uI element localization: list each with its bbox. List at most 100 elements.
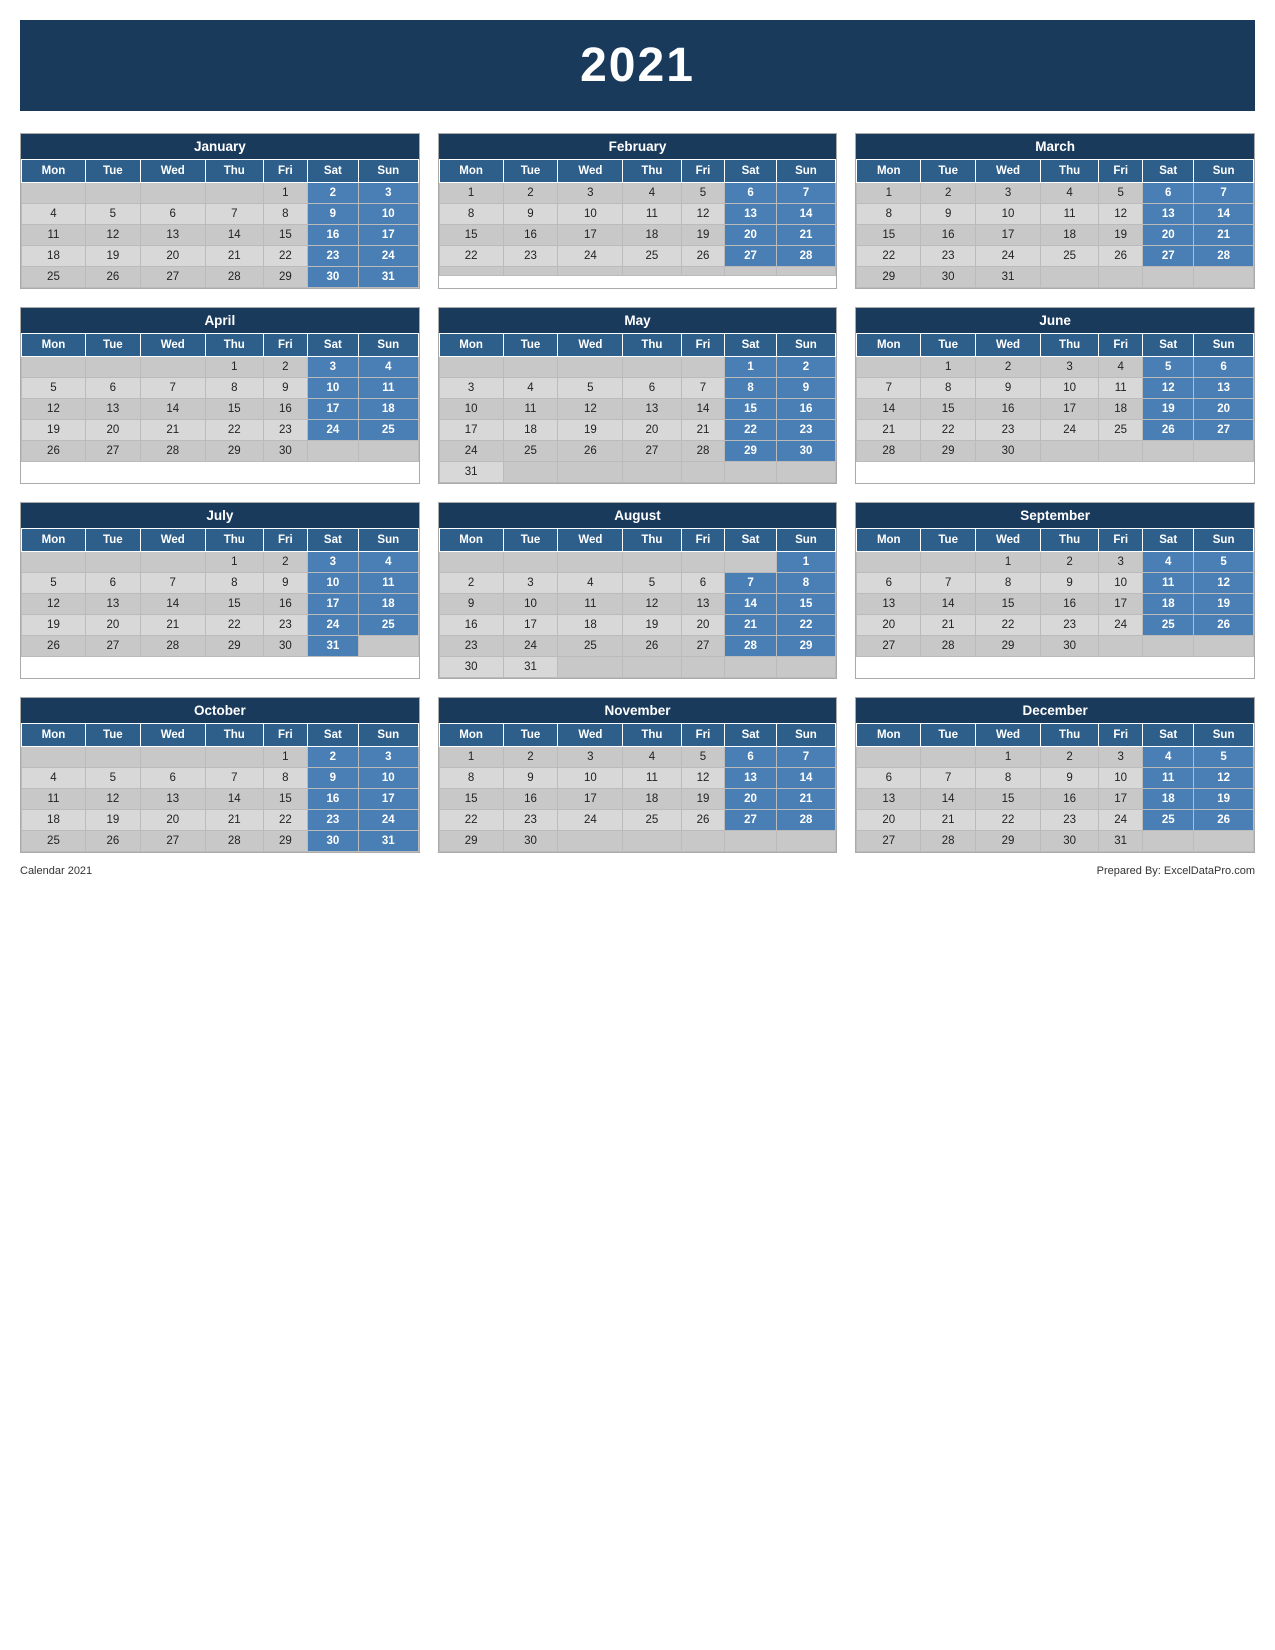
day-cell: 22 xyxy=(263,810,307,831)
day-cell: 6 xyxy=(140,204,205,225)
day-cell: 7 xyxy=(776,183,836,204)
day-cell: 4 xyxy=(1099,357,1143,378)
day-cell xyxy=(1143,831,1194,852)
day-cell xyxy=(1194,441,1254,462)
day-cell: 17 xyxy=(558,225,623,246)
day-cell: 15 xyxy=(205,399,263,420)
day-cell: 30 xyxy=(921,267,976,288)
day-cell xyxy=(140,357,205,378)
day-cell: 11 xyxy=(1143,573,1194,594)
day-cell: 17 xyxy=(503,615,558,636)
month-block-july: JulyMonTueWedThuFriSatSun123456789101112… xyxy=(20,502,420,679)
day-cell: 10 xyxy=(558,768,623,789)
day-cell: 27 xyxy=(857,636,921,657)
day-cell: 9 xyxy=(976,378,1041,399)
day-header-fri: Fri xyxy=(1099,724,1143,747)
day-cell xyxy=(857,552,921,573)
week-row: 891011121314 xyxy=(439,204,836,225)
day-cell xyxy=(358,636,418,657)
day-cell: 26 xyxy=(623,636,681,657)
day-cell: 15 xyxy=(976,789,1041,810)
day-cell xyxy=(205,183,263,204)
day-cell: 18 xyxy=(22,810,86,831)
day-cell: 26 xyxy=(681,810,725,831)
day-cell: 3 xyxy=(503,573,558,594)
day-cell: 23 xyxy=(263,615,307,636)
day-header-thu: Thu xyxy=(205,334,263,357)
day-cell: 12 xyxy=(623,594,681,615)
day-cell: 13 xyxy=(681,594,725,615)
day-cell: 27 xyxy=(725,246,776,267)
day-cell: 2 xyxy=(921,183,976,204)
day-cell: 7 xyxy=(776,747,836,768)
day-cell: 15 xyxy=(439,789,503,810)
day-cell: 28 xyxy=(857,441,921,462)
month-block-november: NovemberMonTueWedThuFriSatSun12345678910… xyxy=(438,697,838,853)
day-cell: 24 xyxy=(558,810,623,831)
day-header-wed: Wed xyxy=(558,160,623,183)
day-cell: 12 xyxy=(85,789,140,810)
week-row: 15161718192021 xyxy=(439,225,836,246)
day-cell: 25 xyxy=(1041,246,1099,267)
day-header-sun: Sun xyxy=(358,724,418,747)
day-cell: 1 xyxy=(439,747,503,768)
day-cell: 23 xyxy=(976,420,1041,441)
day-cell: 10 xyxy=(976,204,1041,225)
day-header-fri: Fri xyxy=(1099,334,1143,357)
day-cell: 30 xyxy=(1041,636,1099,657)
day-cell xyxy=(503,552,558,573)
day-cell: 23 xyxy=(1041,810,1099,831)
day-cell: 11 xyxy=(623,768,681,789)
day-cell: 26 xyxy=(1194,810,1254,831)
day-header-fri: Fri xyxy=(263,334,307,357)
day-header-sat: Sat xyxy=(1143,334,1194,357)
week-row: 12 xyxy=(439,357,836,378)
day-header-thu: Thu xyxy=(205,160,263,183)
day-cell: 17 xyxy=(307,594,358,615)
day-cell xyxy=(681,357,725,378)
day-cell: 17 xyxy=(358,789,418,810)
day-cell: 3 xyxy=(1099,552,1143,573)
day-cell: 16 xyxy=(1041,789,1099,810)
day-cell: 27 xyxy=(1194,420,1254,441)
day-cell: 14 xyxy=(776,768,836,789)
day-cell xyxy=(623,357,681,378)
day-cell: 25 xyxy=(358,420,418,441)
day-cell: 4 xyxy=(1143,552,1194,573)
day-cell: 28 xyxy=(205,267,263,288)
day-cell xyxy=(623,657,681,678)
day-header-tue: Tue xyxy=(85,724,140,747)
day-cell: 10 xyxy=(503,594,558,615)
week-row: 31 xyxy=(439,462,836,483)
week-row: 45678910 xyxy=(22,768,419,789)
day-cell xyxy=(358,441,418,462)
day-header-thu: Thu xyxy=(623,529,681,552)
week-row: 123456 xyxy=(857,357,1254,378)
day-cell: 15 xyxy=(776,594,836,615)
day-cell xyxy=(439,267,503,276)
day-cell: 5 xyxy=(85,204,140,225)
day-cell xyxy=(205,747,263,768)
day-cell: 27 xyxy=(140,831,205,852)
day-cell: 12 xyxy=(22,594,86,615)
day-cell xyxy=(85,552,140,573)
day-header-sun: Sun xyxy=(1194,724,1254,747)
day-header-sun: Sun xyxy=(1194,334,1254,357)
day-cell: 16 xyxy=(439,615,503,636)
day-cell: 10 xyxy=(358,204,418,225)
day-cell: 26 xyxy=(22,636,86,657)
day-cell: 9 xyxy=(439,594,503,615)
day-cell: 28 xyxy=(921,831,976,852)
day-cell: 29 xyxy=(263,267,307,288)
day-cell: 26 xyxy=(1099,246,1143,267)
day-cell: 8 xyxy=(776,573,836,594)
day-cell: 5 xyxy=(22,573,86,594)
day-cell: 28 xyxy=(205,831,263,852)
day-cell: 25 xyxy=(503,441,558,462)
month-table-july: MonTueWedThuFriSatSun1234567891011121314… xyxy=(21,528,419,657)
day-cell: 17 xyxy=(439,420,503,441)
day-cell: 26 xyxy=(1194,615,1254,636)
day-cell: 14 xyxy=(921,594,976,615)
day-cell xyxy=(857,747,921,768)
day-cell: 24 xyxy=(976,246,1041,267)
